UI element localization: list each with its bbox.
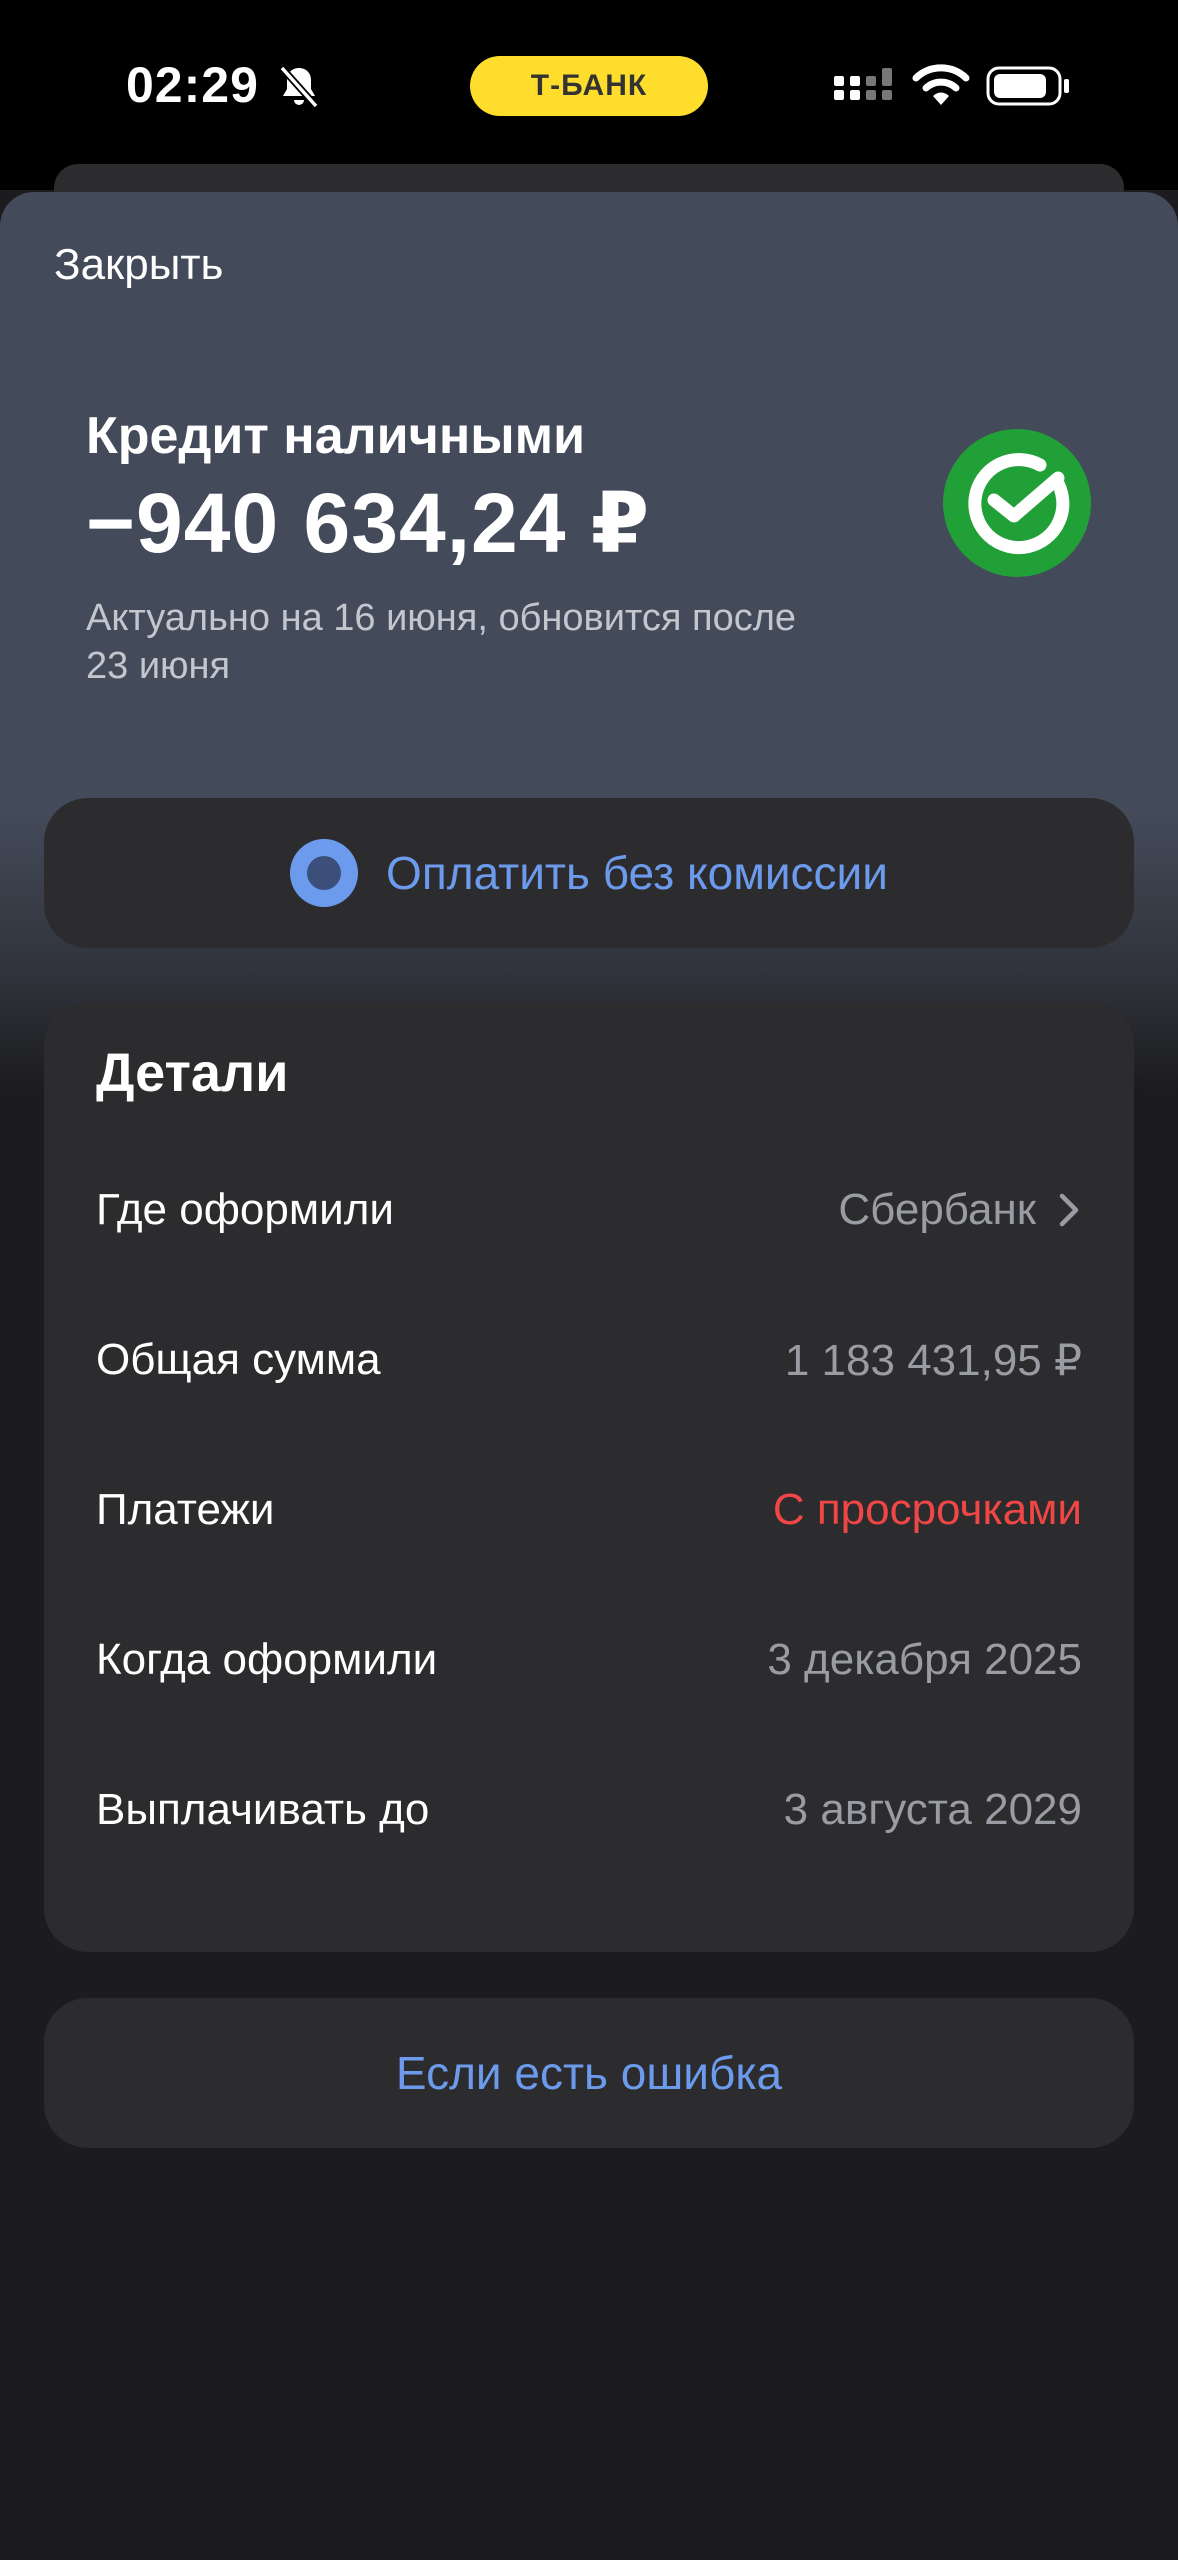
wifi-icon <box>912 64 970 105</box>
issued-date-value: 3 декабря 2025 <box>767 1635 1082 1684</box>
pay-button-label: Оплатить без комиссии <box>386 847 888 899</box>
loan-title: Кредит наличными <box>86 407 586 465</box>
cellular-signal-icon <box>834 68 892 100</box>
pay-icon <box>290 839 359 907</box>
payments-status-value: С просрочками <box>772 1485 1082 1534</box>
bell-muted-icon <box>279 65 319 109</box>
loan-updated-note: Актуально на 16 июня, обновится после 23… <box>86 597 797 687</box>
bank-pill[interactable]: Т-БАНК <box>470 56 708 116</box>
loan-sheet: Закрыть Кредит наличными −940 634,24 ₽ А… <box>0 192 1178 2560</box>
detail-label: Где оформили <box>96 1185 394 1234</box>
detail-row-bank[interactable]: Где оформили Сбербанк <box>96 1170 1082 1250</box>
detail-label: Общая сумма <box>96 1335 381 1384</box>
bank-name-value: Сбербанк <box>838 1185 1036 1234</box>
report-error-button[interactable]: Если есть ошибка <box>44 1998 1134 2148</box>
close-button[interactable]: Закрыть <box>54 240 223 290</box>
detail-row-total: Общая сумма 1 183 431,95 ₽ <box>96 1320 1082 1400</box>
detail-row-payments: Платежи С просрочками <box>96 1470 1082 1550</box>
pay-without-commission-button[interactable]: Оплатить без комиссии <box>44 798 1134 948</box>
detail-label: Выплачивать до <box>96 1785 430 1834</box>
loan-amount: −940 634,24 ₽ <box>86 476 651 570</box>
details-card: Детали Где оформили Сбербанк Общая сумма… <box>44 1002 1134 1952</box>
detail-label: Платежи <box>96 1485 275 1534</box>
battery-icon <box>986 66 1069 106</box>
details-title: Детали <box>96 1043 289 1103</box>
sberbank-logo-icon <box>943 429 1091 577</box>
detail-value: Сбербанк <box>838 1185 1082 1235</box>
total-amount-value: 1 183 431,95 ₽ <box>784 1335 1082 1385</box>
status-bar: 02:29 Т-БАНК <box>0 0 1178 190</box>
detail-label: Когда оформили <box>96 1635 438 1684</box>
due-date-value: 3 августа 2029 <box>783 1785 1082 1834</box>
detail-row-due: Выплачивать до 3 августа 2029 <box>96 1770 1082 1850</box>
chevron-right-icon <box>1059 1193 1079 1227</box>
detail-row-issued: Когда оформили 3 декабря 2025 <box>96 1620 1082 1700</box>
report-error-label: Если есть ошибка <box>395 2047 783 2099</box>
status-time: 02:29 <box>126 57 259 113</box>
